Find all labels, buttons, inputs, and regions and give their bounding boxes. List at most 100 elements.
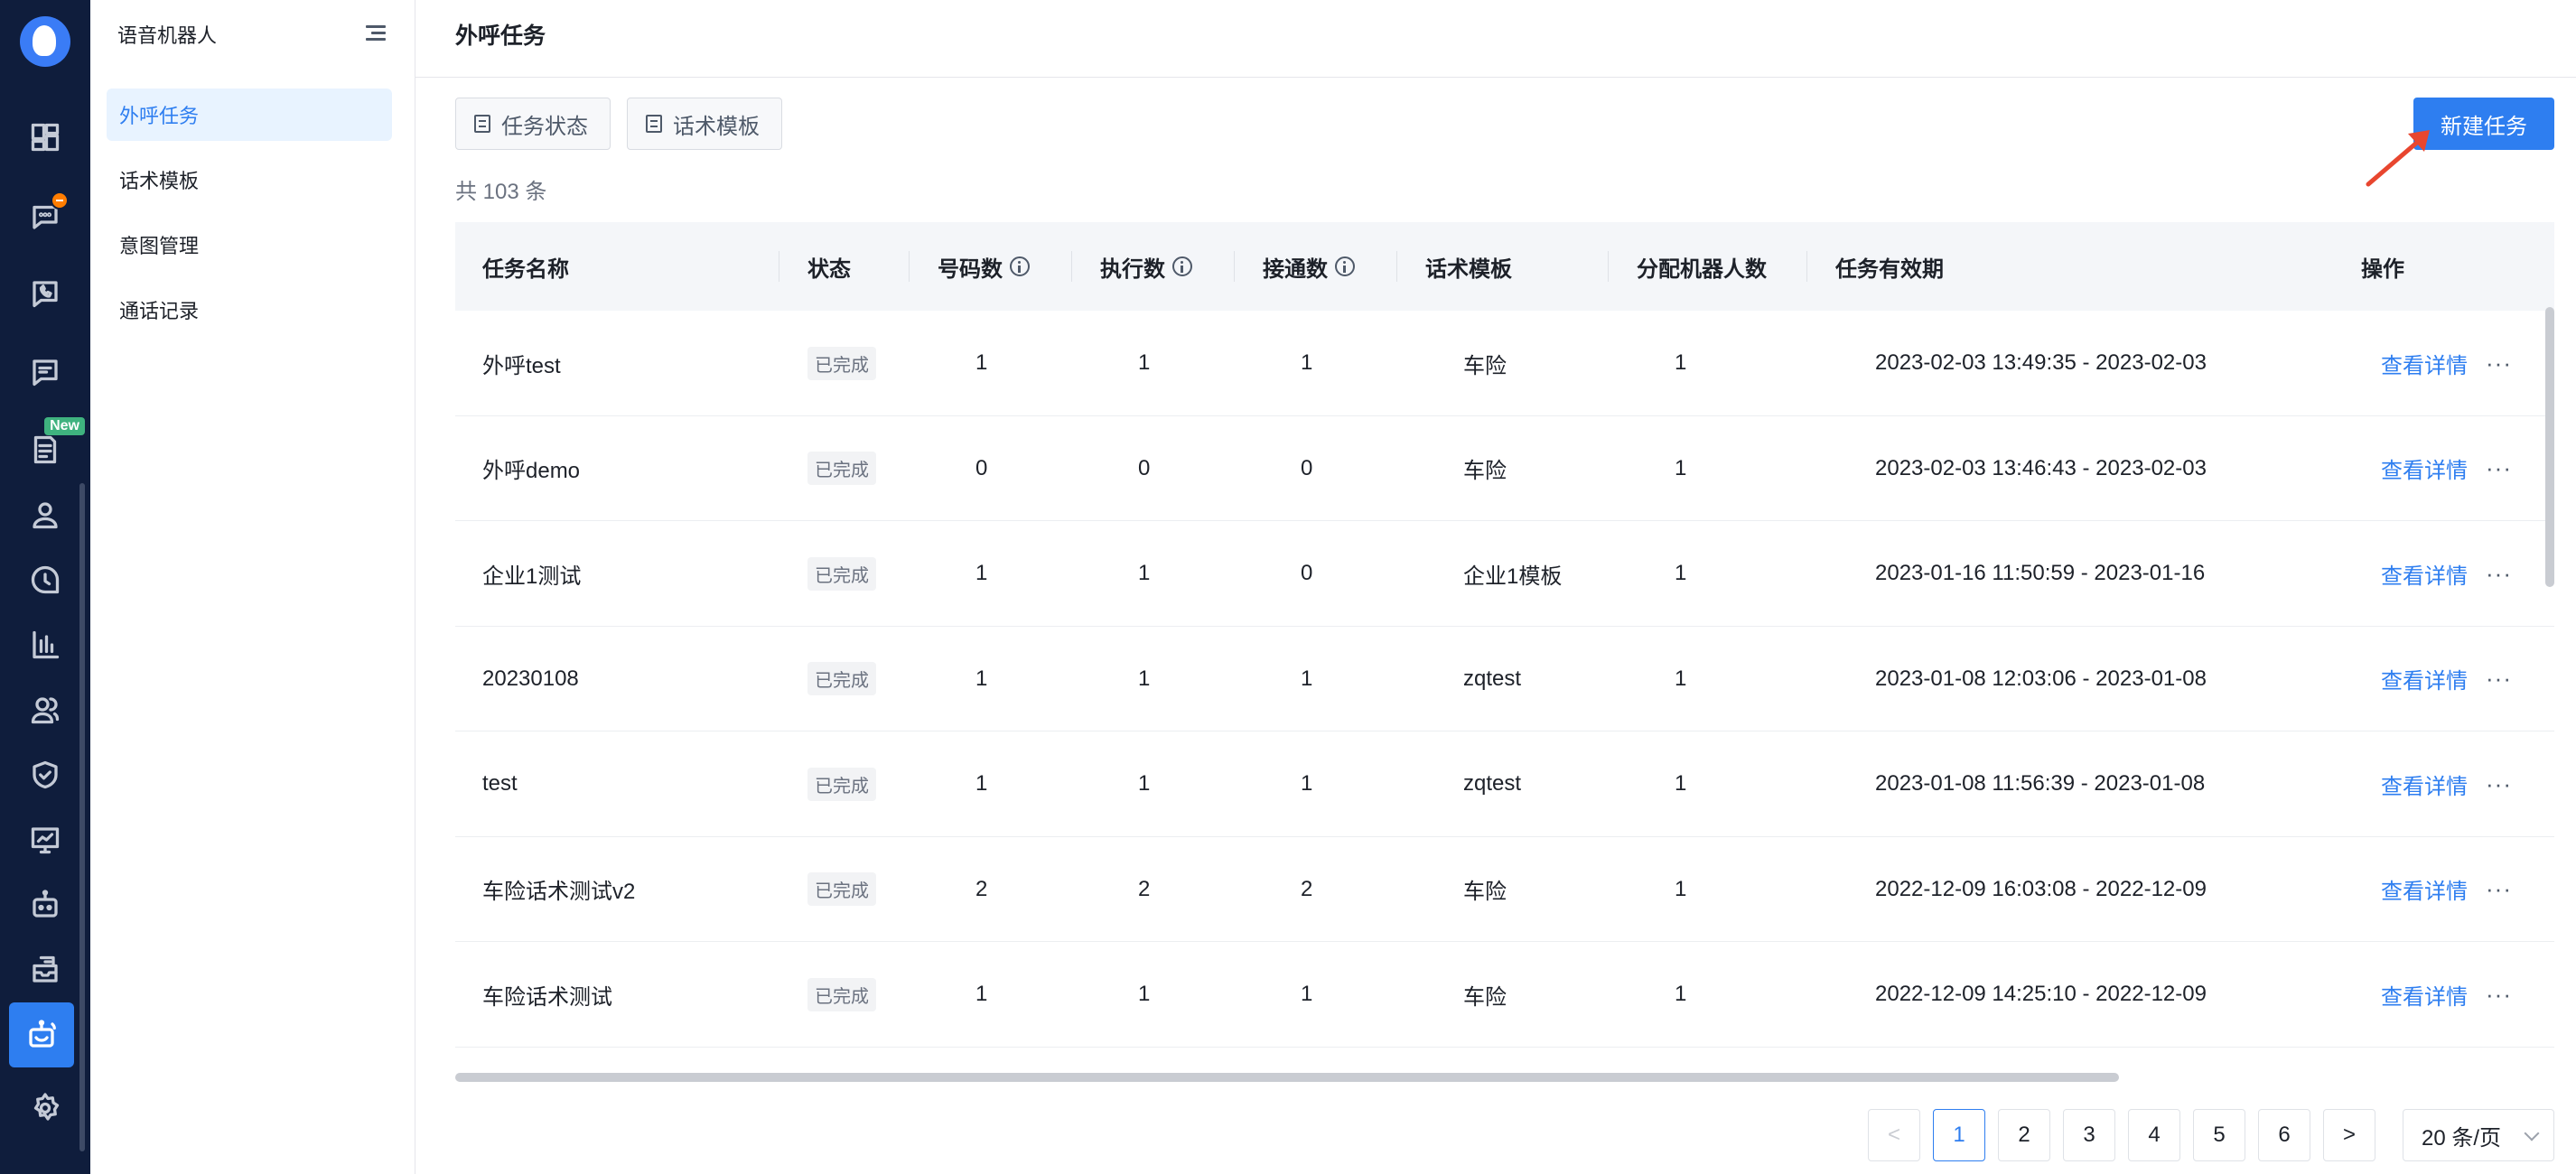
info-icon[interactable] (1172, 256, 1192, 276)
view-details-label[interactable]: 查看详情 (2381, 558, 2468, 590)
table-row: 车险话术测试 已完成 1 1 1 车险 1 2022-12-09 14:25:10 - 202… (455, 942, 2554, 1048)
view-details-label[interactable]: 查看详情 (2381, 663, 2468, 694)
table-row: test 已完成 1 1 1 zqtest 1 2023-01-08 11:56:39 - 2… (455, 731, 2554, 837)
mail-box-icon[interactable] (25, 950, 65, 990)
menu-collapse-icon[interactable] (363, 22, 388, 47)
prev-page-button[interactable]: < (1868, 1109, 1920, 1161)
rail-scrollbar[interactable] (79, 483, 85, 1151)
more-actions-icon[interactable]: ··· (2486, 560, 2512, 588)
task-name-cell: 车险话术测试v2 (482, 837, 635, 942)
page-button[interactable]: 6 (2258, 1109, 2310, 1161)
cell-text: 车险 (1463, 353, 1507, 378)
page-size-select[interactable]: 20 条/页 (2403, 1109, 2554, 1161)
cell-text: 2023-01-16 11:50:59 - 2023-01-16 (1875, 561, 2206, 585)
robot-icon[interactable] (25, 885, 65, 925)
more-actions-cell[interactable]: ··· (2486, 416, 2512, 521)
more-actions-icon[interactable]: ··· (2486, 981, 2512, 1009)
contacts-icon[interactable] (25, 690, 65, 730)
user-icon[interactable] (25, 495, 65, 535)
robots-cell: 1 (1675, 521, 1686, 626)
more-actions-cell[interactable]: ··· (2486, 942, 2512, 1047)
task-name-cell: test (482, 731, 518, 836)
document-icon[interactable]: New (25, 417, 85, 470)
more-actions-icon[interactable]: ··· (2486, 349, 2512, 377)
view-details-link[interactable]: 查看详情 (2381, 837, 2468, 942)
view-details-link[interactable]: 查看详情 (2381, 416, 2468, 521)
more-actions-icon[interactable]: ··· (2486, 770, 2512, 798)
executed-cell: 1 (1138, 627, 1150, 731)
table-header: 任务名称 状态 号码数 执行数 接通数 话术模板 分配机器人数 任务有效期 操作 (455, 222, 2554, 311)
more-actions-cell[interactable]: ··· (2486, 731, 2512, 836)
info-icon[interactable] (1335, 256, 1355, 276)
page-button[interactable]: 5 (2193, 1109, 2245, 1161)
page-button[interactable]: 4 (2128, 1109, 2180, 1161)
view-details-label[interactable]: 查看详情 (2381, 769, 2468, 800)
sidebar-item-call-records[interactable]: 通话记录 (107, 284, 392, 336)
shield-icon[interactable] (25, 755, 65, 795)
voice-robot-icon[interactable] (9, 1002, 74, 1067)
bar-chart-icon[interactable] (25, 625, 65, 665)
cell-text: 车险话术测试v2 (482, 880, 636, 904)
page-button[interactable]: 1 (1933, 1109, 1985, 1161)
sidebar-item-intent-management[interactable]: 意图管理 (107, 219, 392, 271)
info-icon[interactable] (1010, 256, 1030, 276)
dashboard-icon[interactable] (25, 117, 65, 157)
annotation-arrow-icon (2366, 130, 2430, 187)
cell-text: 1 (1301, 771, 1313, 796)
numbers-cell: 0 (975, 416, 987, 521)
more-actions-icon[interactable]: ··· (2486, 665, 2512, 693)
sidebar: 语音机器人 外呼任务 话术模板 意图管理 通话记录 (90, 0, 415, 1174)
connected-cell: 2 (1301, 837, 1312, 942)
settings-icon[interactable] (25, 1088, 65, 1128)
period-cell: 2023-01-16 11:50:59 - 2023-01-16 (1875, 521, 2273, 626)
view-details-link[interactable]: 查看详情 (2381, 311, 2468, 415)
notification-badge (51, 191, 69, 210)
period-cell: 2023-02-03 13:49:35 - 2023-02-03 (1875, 311, 2273, 415)
view-details-label[interactable]: 查看详情 (2381, 979, 2468, 1011)
sidebar-item-script-templates[interactable]: 话术模板 (107, 154, 392, 206)
view-details-label[interactable]: 查看详情 (2381, 348, 2468, 379)
numbers-cell: 1 (975, 627, 987, 731)
view-details-link[interactable]: 查看详情 (2381, 942, 2468, 1047)
message-icon[interactable] (25, 352, 65, 392)
page-button[interactable]: 3 (2063, 1109, 2115, 1161)
cell-text: 1 (1301, 350, 1313, 375)
status-cell: 已完成 (807, 521, 876, 626)
view-details-link[interactable]: 查看详情 (2381, 521, 2468, 626)
next-page-button[interactable]: > (2323, 1109, 2375, 1161)
more-actions-cell[interactable]: ··· (2486, 521, 2512, 626)
view-details-link[interactable]: 查看详情 (2381, 627, 2468, 731)
chat-clock-icon[interactable] (25, 560, 65, 600)
more-actions-icon[interactable]: ··· (2486, 875, 2512, 903)
page-button[interactable]: 2 (1998, 1109, 2050, 1161)
column-divider (1608, 251, 1609, 282)
task-name-cell: 企业1测试 (482, 521, 581, 626)
page-size-value: 20 条/页 (2422, 1125, 2502, 1151)
horizontal-scrollbar[interactable] (455, 1073, 2119, 1082)
cell-text: 2023-01-08 11:56:39 - 2023-01-08 (1875, 771, 2206, 796)
connected-cell: 1 (1301, 311, 1312, 415)
chat-icon[interactable] (25, 191, 69, 237)
app-logo-icon[interactable] (20, 16, 70, 67)
sidebar-item-outbound-tasks[interactable]: 外呼任务 (107, 89, 392, 141)
cell-text: 2022-12-09 16:03:08 - 2022-12-09 (1875, 876, 2207, 901)
view-details-label[interactable]: 查看详情 (2381, 452, 2468, 484)
more-actions-icon[interactable]: ··· (2486, 454, 2512, 482)
script-template-button[interactable]: 话术模板 (627, 98, 782, 150)
new-badge: New (44, 417, 85, 435)
status-cell: 已完成 (807, 731, 876, 836)
column-header-label: 号码数 (938, 256, 1003, 282)
cell-text: 车险 (1463, 984, 1507, 1010)
task-status-button[interactable]: 任务状态 (455, 98, 611, 150)
more-actions-cell[interactable]: ··· (2486, 837, 2512, 942)
more-actions-cell[interactable]: ··· (2486, 627, 2512, 731)
more-actions-cell[interactable]: ··· (2486, 311, 2512, 415)
cell-text: 1 (975, 771, 988, 796)
cell-text: zqtest (1463, 771, 1522, 796)
view-details-link[interactable]: 查看详情 (2381, 731, 2468, 836)
phone-message-icon[interactable] (25, 274, 65, 313)
monitor-chart-icon[interactable] (25, 820, 65, 860)
view-details-label[interactable]: 查看详情 (2381, 873, 2468, 905)
vertical-scrollbar[interactable] (2545, 307, 2554, 587)
status-badge: 已完成 (807, 452, 876, 485)
